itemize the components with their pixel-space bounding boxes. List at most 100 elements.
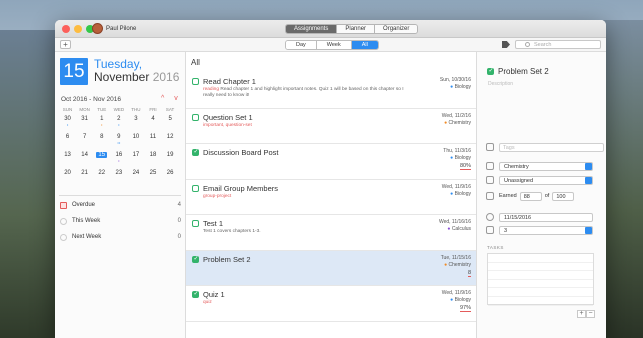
total-input[interactable]: 100 [552, 191, 575, 201]
calendar-day[interactable]: 19 [162, 150, 179, 168]
filter-overdue[interactable]: Overdue 4 [60, 199, 181, 211]
calendar-day[interactable]: 31 [76, 114, 93, 132]
calendar-day-number: 20 [64, 170, 71, 176]
calendar-day[interactable]: 2 • [110, 114, 127, 132]
calendar-day[interactable]: 5 [162, 114, 179, 132]
calendar-day[interactable]: 24 [127, 168, 144, 186]
calendar-day[interactable]: 4 [144, 114, 161, 132]
calendar-day[interactable]: 20 [59, 168, 76, 186]
course-name: Biology [454, 84, 471, 90]
event-dot-icon: • [66, 122, 69, 127]
filter-next-week[interactable]: Next Week 0 [60, 231, 181, 243]
view-tab-all[interactable]: All [351, 41, 378, 49]
tag-icon [486, 143, 494, 151]
calendar-day[interactable]: 14 [76, 150, 93, 168]
calendar-day[interactable]: 26 [162, 168, 179, 186]
detail-title[interactable]: Problem Set 2 [498, 67, 549, 76]
priority-select[interactable]: 3 [499, 225, 593, 235]
task-checkbox[interactable] [192, 184, 199, 192]
add-assignment-button[interactable]: + [60, 40, 71, 49]
view-tab-week[interactable]: Week [316, 41, 352, 49]
view-tab-day[interactable]: Day [286, 41, 317, 49]
task-row[interactable]: Discussion Board Post Thu, 11/3/16● Biolo… [186, 144, 476, 180]
due-date-row: 11/15/2016 [486, 212, 593, 222]
task-checkbox[interactable] [192, 290, 199, 298]
close-window-button[interactable] [62, 25, 70, 33]
calendar-day[interactable]: 1 • [93, 114, 110, 132]
calendar-day-today[interactable]: 15 [93, 150, 110, 168]
filter-label: This Week [72, 218, 101, 224]
calendar-day[interactable]: 16 • [110, 150, 127, 168]
calendar-day[interactable]: 9 •• [110, 132, 127, 150]
calendar-day[interactable]: 22 [93, 168, 110, 186]
task-subtitle: quiz [203, 300, 415, 306]
task-checkbox[interactable] [192, 113, 199, 121]
description-field[interactable]: Description [488, 81, 513, 87]
task-tag: quiz [203, 300, 212, 305]
filter-this-week[interactable]: This Week 0 [60, 215, 181, 227]
calendar-day[interactable]: 25 [144, 168, 161, 186]
calendar-day[interactable]: 11 [144, 132, 161, 150]
main-tabs: Assignments Planner Organizer [285, 24, 419, 34]
user-name: Paul Pilone [106, 25, 137, 32]
add-subtask-button[interactable]: + [577, 310, 586, 318]
minimize-window-button[interactable] [74, 25, 82, 33]
task-due-date: Tue, 11/15/16 [440, 254, 471, 261]
calendar-day-number: 17 [132, 152, 140, 158]
tab-assignments[interactable]: Assignments [286, 25, 338, 33]
calendar-day[interactable]: 13 [59, 150, 76, 168]
task-row[interactable]: Problem Set 2 Tue, 11/15/16● Chemistry8 [186, 250, 476, 286]
task-due-date: Thu, 11/3/16 [443, 148, 471, 154]
task-list: Read Chapter 1 reading Read chapter 1 and… [186, 73, 476, 322]
tag-icon[interactable] [502, 41, 510, 48]
calendar-day-number: 19 [166, 152, 174, 158]
calendar-day[interactable]: 17 [127, 150, 144, 168]
subtask-list[interactable] [487, 253, 594, 306]
task-checkbox[interactable] [192, 148, 199, 156]
calendar-day[interactable]: 12 [162, 132, 179, 150]
task-checkbox[interactable] [192, 78, 199, 85]
task-checkbox[interactable] [192, 255, 199, 263]
calendar-day-number: 24 [132, 170, 140, 176]
search-input[interactable]: Search [515, 40, 601, 49]
calendar-day[interactable]: 7 [76, 132, 93, 150]
course-select[interactable]: Chemistry [499, 161, 593, 171]
calendar-day[interactable]: 10 [127, 132, 144, 150]
calendar-nav-arrows[interactable]: ^ v [161, 95, 182, 102]
task-grade: 80% [459, 163, 471, 170]
calendar-day[interactable]: 8 [93, 132, 110, 150]
calendar-day-number: 21 [81, 170, 88, 176]
app-window: Paul Pilone Assignments Planner Organizer … [55, 20, 606, 338]
calendar-day-number: 4 [151, 116, 155, 122]
tags-input[interactable]: Tags [499, 142, 604, 152]
task-row[interactable]: Quiz 1quiz Wed, 11/9/16● Biology 97% [186, 286, 476, 322]
task-tag: important, question-set [203, 122, 252, 128]
calendar-day[interactable]: 30 • [59, 114, 76, 132]
tab-planner[interactable]: Planner [337, 25, 376, 33]
calendar-day[interactable]: 23 [110, 168, 127, 186]
task-title: Discussion Board Post [203, 148, 279, 157]
remove-subtask-button[interactable]: − [586, 310, 595, 318]
calendar-day[interactable]: 6 [59, 132, 76, 150]
task-row[interactable]: Question Set 1 important, question-set Wed… [186, 109, 476, 144]
task-course: ● Chemistry [444, 262, 471, 268]
task-checkbox[interactable] [192, 220, 199, 227]
task-row[interactable]: Read Chapter 1 reading Read chapter 1 and… [186, 73, 476, 109]
view-tabs: Day Week All [285, 40, 379, 50]
task-grade: 97% [459, 305, 471, 312]
earned-input[interactable]: 88 [519, 191, 542, 201]
calendar-day[interactable]: 21 [76, 168, 93, 186]
task-subtitle: reading Read chapter 1 and highlight imp… [203, 87, 415, 99]
calendar-day[interactable]: 3 [127, 114, 144, 132]
tab-organizer[interactable]: Organizer [375, 25, 418, 33]
category-select[interactable]: Unassigned [499, 175, 593, 185]
detail-complete-checkbox[interactable] [487, 67, 494, 75]
category-icon [486, 176, 494, 184]
user-account[interactable]: Paul Pilone [92, 23, 136, 34]
due-date-input[interactable]: 11/15/2016 [499, 212, 593, 222]
today-date: Tuesday, November 2016 [94, 58, 179, 84]
task-row[interactable]: Test 1 Test 1 covers chapters 1-3. Wed, 11… [186, 215, 476, 251]
calendar-day[interactable]: 18 [144, 150, 161, 168]
of-label: of [544, 193, 550, 199]
task-row[interactable]: Email Group Members group-project Wed, 11/… [186, 180, 476, 215]
